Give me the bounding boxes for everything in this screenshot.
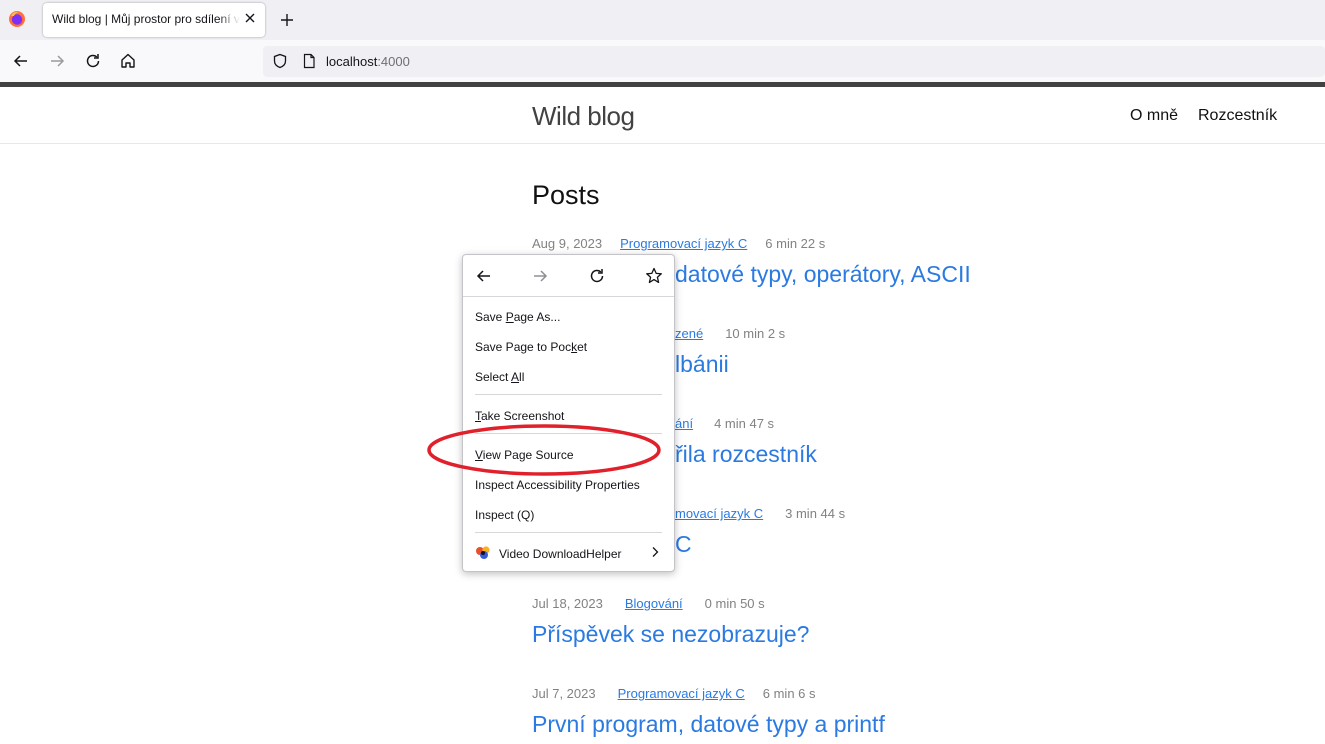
post-title-link[interactable]: C <box>675 531 692 558</box>
plus-icon[interactable] <box>278 11 296 29</box>
post-reading-time: 10 min 2 s <box>725 326 786 341</box>
menu-item-save-to-pocket[interactable]: Save Page to Pocket <box>475 340 587 354</box>
page-icon[interactable] <box>301 53 317 69</box>
menu-separator <box>463 296 674 297</box>
post-title-link[interactable]: řila rozcestník <box>675 441 817 468</box>
shield-icon[interactable] <box>272 53 288 69</box>
post-meta: Jul 18, 2023 Blogování 0 min 50 s <box>532 596 765 611</box>
post-title-link[interactable]: První program, datové typy a printf <box>532 711 885 738</box>
post-category-link[interactable]: Programovací jazyk C <box>620 236 747 251</box>
forward-arrow-icon[interactable] <box>530 266 550 286</box>
url-text[interactable]: localhost:4000 <box>326 54 410 69</box>
active-tab[interactable]: Wild blog | Můj prostor pro sdílení v <box>43 3 265 37</box>
post-reading-time: 0 min 50 s <box>704 596 765 611</box>
navigation-toolbar: localhost:4000 <box>0 40 1325 82</box>
menu-item-view-page-source[interactable]: View Page Source <box>475 448 574 462</box>
menu-item-inspect-accessibility[interactable]: Inspect Accessibility Properties <box>475 478 640 492</box>
post-meta: movací jazyk C 3 min 44 s <box>675 506 845 521</box>
menu-item-inspect[interactable]: Inspect (Q) <box>475 508 534 522</box>
post-title-link[interactable]: lbánii <box>675 351 729 378</box>
post-meta: Aug 9, 2023 Programovací jazyk C 6 min 22 … <box>532 236 825 251</box>
back-arrow-icon[interactable] <box>11 51 31 71</box>
post-reading-time: 6 min 22 s <box>765 236 826 251</box>
close-icon[interactable] <box>242 10 258 26</box>
context-menu: Save Page As... Save Page to Pocket Sele… <box>462 254 675 572</box>
reload-icon[interactable] <box>83 51 103 71</box>
page-heading: Posts <box>532 180 600 210</box>
post-title-link[interactable]: Příspěvek se nezobrazuje? <box>532 621 809 648</box>
post-category-link[interactable]: zené <box>675 326 703 341</box>
post-meta: Jul 7, 2023 Programovací jazyk C 6 min 6 s <box>532 686 816 701</box>
post-reading-time: 4 min 47 s <box>714 416 775 431</box>
tab-title: Wild blog | Můj prostor pro sdílení v <box>52 12 240 26</box>
post-category-link[interactable]: movací jazyk C <box>675 506 763 521</box>
post-meta: zené 10 min 2 s <box>675 326 785 341</box>
nav-link-index[interactable]: Rozcestník <box>1198 107 1277 125</box>
site-header: Wild blog O mně Rozcestník <box>0 87 1325 144</box>
home-icon[interactable] <box>118 51 138 71</box>
menu-item-video-downloadhelper[interactable]: Video DownloadHelper <box>499 547 622 561</box>
chevron-right-icon <box>652 547 659 557</box>
reload-icon[interactable] <box>587 266 607 286</box>
site-title-link[interactable]: Wild blog <box>532 101 635 132</box>
post-reading-time: 6 min 6 s <box>762 686 816 701</box>
menu-item-take-screenshot[interactable]: Take Screenshot <box>475 409 564 423</box>
nav-link-about[interactable]: O mně <box>1130 107 1178 125</box>
menu-item-select-all[interactable]: Select All <box>475 370 524 384</box>
post-category-link[interactable]: Blogování <box>625 596 683 611</box>
menu-separator <box>475 532 662 533</box>
menu-separator <box>475 433 662 434</box>
menu-separator <box>475 394 662 395</box>
forward-arrow-icon[interactable] <box>47 51 67 71</box>
post-category-link[interactable]: ání <box>675 416 693 431</box>
bookmark-star-icon[interactable] <box>644 266 664 286</box>
tab-bar: Wild blog | Můj prostor pro sdílení v <box>0 0 1325 40</box>
post-date: Jul 7, 2023 <box>532 686 596 701</box>
post-category-link[interactable]: Programovací jazyk C <box>618 686 745 701</box>
back-arrow-icon[interactable] <box>474 266 494 286</box>
post-reading-time: 3 min 44 s <box>785 506 846 521</box>
menu-item-save-page-as[interactable]: Save Page As... <box>475 310 560 324</box>
address-bar[interactable]: localhost:4000 <box>263 46 1325 77</box>
post-meta: ání 4 min 47 s <box>675 416 774 431</box>
post-date: Jul 18, 2023 <box>532 596 603 611</box>
firefox-logo-icon[interactable] <box>8 10 26 28</box>
post-date: Aug 9, 2023 <box>532 236 603 251</box>
video-downloadhelper-icon <box>476 546 490 559</box>
post-title-link[interactable]: datové typy, operátory, ASCII <box>675 261 971 288</box>
